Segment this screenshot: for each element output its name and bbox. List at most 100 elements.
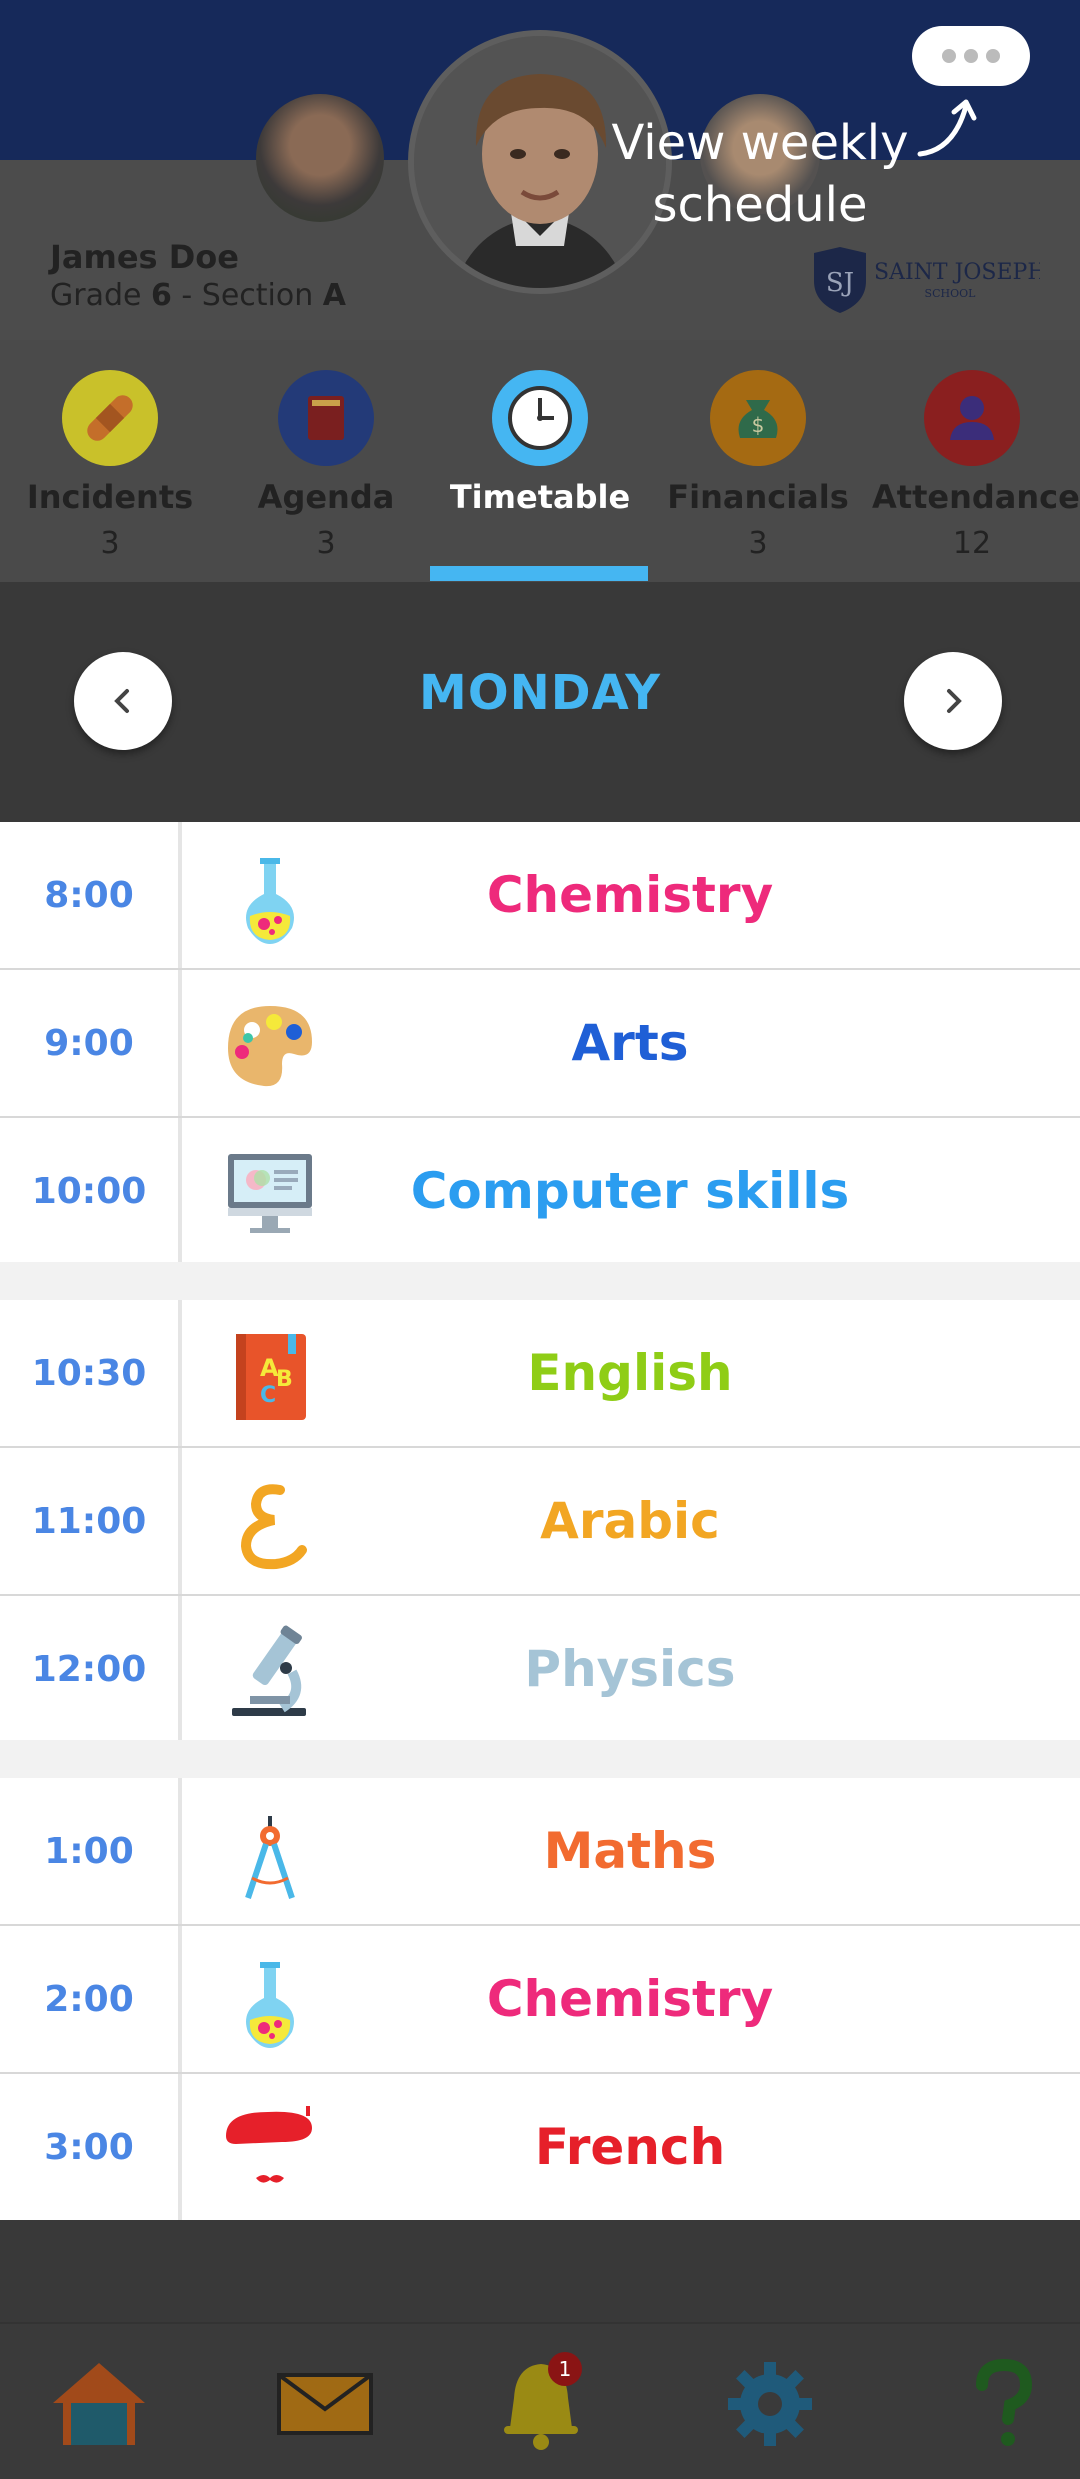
clock-icon	[508, 386, 572, 450]
schedule-row[interactable]: 9:00 Arts	[0, 970, 1080, 1118]
schedule-row[interactable]: 11:00 Arabic	[0, 1448, 1080, 1596]
tab-count-incidents: 3	[100, 526, 120, 561]
mail-icon	[277, 2373, 373, 2435]
schedule-row[interactable]: 1:00 Maths	[0, 1778, 1080, 1926]
section-value: A	[322, 278, 347, 313]
schedule-row[interactable]: 10:00 Computer skills	[0, 1118, 1080, 1264]
student-grade-section: Grade 6 - Section A	[50, 278, 346, 313]
flask-icon	[222, 850, 318, 946]
schedule-group-midday: 10:30 ABC English 11:00 Arabic 12:00 Phy…	[0, 1300, 1080, 1742]
financials-tab-icon-bg: $	[710, 370, 806, 466]
schedule-row[interactable]: 2:00 Chemistry	[0, 1926, 1080, 2074]
next-day-button[interactable]	[904, 652, 1002, 750]
svg-text:$: $	[752, 413, 765, 437]
tab-count-agenda: 3	[316, 526, 336, 561]
student-name: James Doe	[50, 238, 239, 276]
nav-notifications[interactable]: 1	[486, 2352, 596, 2454]
weekly-schedule-hint: View weekly schedule	[611, 115, 909, 233]
break-gap	[0, 1740, 1080, 1778]
svg-text:C: C	[260, 1383, 276, 1408]
svg-text:B: B	[276, 1367, 293, 1392]
tab-count-financials: 3	[748, 526, 768, 561]
tab-agenda[interactable]: Agenda 3	[226, 370, 426, 561]
day-label: MONDAY	[419, 665, 661, 721]
nav-home[interactable]	[44, 2354, 154, 2454]
bandage-icon	[87, 395, 133, 441]
money-bag-icon: $	[738, 400, 778, 438]
timetable-tab-icon-bg	[492, 370, 588, 466]
lesson-subject: Computer skills	[410, 1162, 850, 1220]
tab-label-agenda: Agenda	[257, 478, 395, 516]
abc-book-icon: ABC	[222, 1328, 318, 1424]
gear-icon	[728, 2362, 812, 2446]
lesson-time: 2:00	[0, 1926, 182, 2072]
schedule-group-afternoon: 1:00 Maths 2:00 Chemistry 3:00 French	[0, 1778, 1080, 2220]
lesson-subject: Chemistry	[486, 866, 774, 924]
lesson-subject: French	[534, 2118, 726, 2176]
more-dots-icon	[964, 49, 978, 63]
nav-settings[interactable]	[715, 2354, 825, 2454]
previous-day-button[interactable]	[74, 652, 172, 750]
sibling-avatar-left[interactable]	[256, 94, 384, 222]
schedule-row[interactable]: 10:30 ABC English	[0, 1300, 1080, 1448]
lesson-time: 1:00	[0, 1778, 182, 1924]
schedule-row[interactable]: 3:00 French	[0, 2074, 1080, 2220]
tab-label-attendance: Attendance	[872, 478, 1080, 516]
more-dots-icon	[986, 49, 1000, 63]
school-logo: SJ SAINT JOSEPH SCHOOL	[810, 245, 1047, 315]
tab-label-timetable: Timetable	[449, 478, 631, 516]
compass-icon	[222, 1806, 318, 1902]
chevron-left-icon	[114, 689, 129, 713]
lesson-time: 12:00	[0, 1596, 182, 1742]
lesson-time: 9:00	[0, 970, 182, 1116]
tab-label-financials: Financials	[667, 478, 849, 516]
schedule-row[interactable]: 8:00 Chemistry	[0, 822, 1080, 970]
nav-messages[interactable]	[270, 2354, 380, 2454]
lesson-subject: Physics	[524, 1640, 736, 1698]
schedule-group-morning: 8:00 Chemistry 9:00 Arts 10:00 Computer …	[0, 822, 1080, 1264]
more-options-button[interactable]	[912, 26, 1030, 86]
help-icon	[976, 2359, 1033, 2446]
chevron-right-icon	[947, 689, 962, 713]
lesson-time: 11:00	[0, 1448, 182, 1594]
lesson-subject: Maths	[543, 1822, 717, 1880]
break-gap	[0, 1262, 1080, 1300]
palette-icon	[222, 998, 318, 1094]
lesson-subject: Chemistry	[486, 1970, 774, 2028]
section-tabs: Incidents 3 Agenda 3 Timetable $ Financi…	[0, 340, 1080, 582]
incidents-tab-icon-bg	[62, 370, 158, 466]
lesson-subject: English	[527, 1344, 733, 1402]
beret-icon	[222, 2102, 318, 2198]
lesson-subject: Arabic	[540, 1492, 720, 1550]
attendance-tab-icon-bg	[924, 370, 1020, 466]
lesson-subject: Arts	[571, 1014, 689, 1072]
microscope-icon	[222, 1624, 318, 1720]
notification-count: 1	[558, 2357, 572, 2381]
school-subtitle: SCHOOL	[925, 287, 977, 300]
home-icon	[53, 2363, 145, 2445]
tab-attendance[interactable]: Attendance 12	[872, 370, 1080, 561]
schedule-row[interactable]: 12:00 Physics	[0, 1596, 1080, 1742]
lesson-time: 8:00	[0, 822, 182, 968]
tab-incidents[interactable]: Incidents 3	[10, 370, 210, 561]
hint-arrow-icon	[917, 99, 977, 157]
school-name: SAINT JOSEPH	[874, 260, 1040, 285]
flask-icon	[222, 1954, 318, 2050]
active-tab-indicator	[430, 566, 648, 581]
agenda-tab-icon-bg	[278, 370, 374, 466]
nav-help[interactable]	[948, 2354, 1058, 2454]
tab-count-attendance: 12	[952, 526, 992, 561]
tab-timetable[interactable]: Timetable	[440, 370, 640, 526]
bottom-navigation: 1	[0, 2322, 1080, 2479]
tab-financials[interactable]: $ Financials 3	[658, 370, 858, 561]
more-dots-icon	[942, 49, 956, 63]
lesson-time: 10:00	[0, 1118, 182, 1264]
grade-value: 6	[151, 278, 172, 313]
lesson-time: 3:00	[0, 2074, 182, 2220]
computer-icon	[222, 1146, 318, 1242]
section-prefix: - Section	[171, 278, 323, 313]
tab-label-incidents: Incidents	[26, 478, 194, 516]
person-icon	[950, 396, 994, 440]
grade-prefix: Grade	[50, 278, 152, 313]
notification-badge: 1	[548, 2352, 582, 2386]
